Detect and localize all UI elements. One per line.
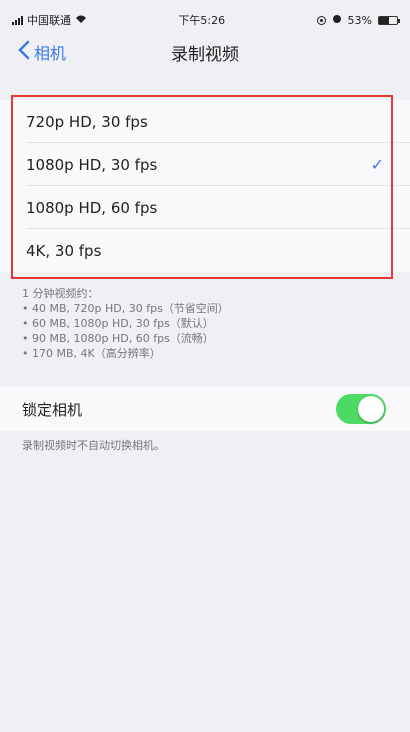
- lock-camera-toggle[interactable]: [336, 394, 386, 424]
- chevron-left-icon: [18, 40, 30, 64]
- wifi-icon: [75, 14, 87, 27]
- resolution-option-list: 720p HD, 30 fps 1080p HD, 30 fps ✓ 1080p…: [0, 100, 410, 272]
- lock-camera-label: 锁定相机: [22, 400, 83, 419]
- status-left: 中国联通: [12, 12, 87, 28]
- option-720p-30[interactable]: 720p HD, 30 fps: [0, 100, 410, 143]
- carrier-label: 中国联通: [27, 14, 71, 27]
- footnote-line: • 40 MB, 720p HD, 30 fps（节省空间）: [22, 302, 229, 315]
- option-label: 1080p HD, 60 fps: [26, 198, 158, 217]
- status-time: 下午5:26: [178, 14, 226, 27]
- toggle-knob: [358, 396, 384, 422]
- option-1080p-30[interactable]: 1080p HD, 30 fps ✓: [0, 143, 410, 186]
- lock-camera-row: 锁定相机: [0, 387, 410, 431]
- signal-icon: [12, 15, 23, 25]
- nav-bar: 相机 录制视频: [0, 32, 410, 72]
- option-label: 1080p HD, 30 fps: [26, 155, 158, 174]
- option-1080p-60[interactable]: 1080p HD, 60 fps: [0, 186, 410, 229]
- footnote-line: • 170 MB, 4K（高分辨率）: [22, 347, 161, 360]
- back-button[interactable]: 相机: [18, 40, 66, 64]
- battery-percent: 53%: [347, 13, 372, 27]
- option-label: 4K, 30 fps: [26, 241, 102, 260]
- orientation-lock-icon: [316, 15, 326, 25]
- checkmark-icon: ✓: [370, 155, 384, 174]
- lock-camera-footnote: 录制视频时不自动切换相机。: [22, 439, 165, 452]
- option-label: 720p HD, 30 fps: [26, 112, 148, 131]
- page-title: 录制视频: [171, 44, 239, 65]
- footnote-line: • 60 MB, 1080p HD, 30 fps（默认）: [22, 317, 214, 330]
- battery-fill: [379, 16, 389, 24]
- back-label: 相机: [34, 44, 67, 63]
- size-footnote: 1 分钟视频约： • 40 MB, 720p HD, 30 fps（节省空间） …: [22, 286, 392, 361]
- alarm-icon: [332, 14, 342, 27]
- battery-icon: [378, 15, 400, 25]
- footnote-line: • 90 MB, 1080p HD, 60 fps（流畅）: [22, 332, 214, 345]
- option-4k-30[interactable]: 4K, 30 fps: [0, 229, 410, 272]
- status-right: 53%: [316, 13, 400, 27]
- footnote-header: 1 分钟视频约：: [22, 287, 99, 300]
